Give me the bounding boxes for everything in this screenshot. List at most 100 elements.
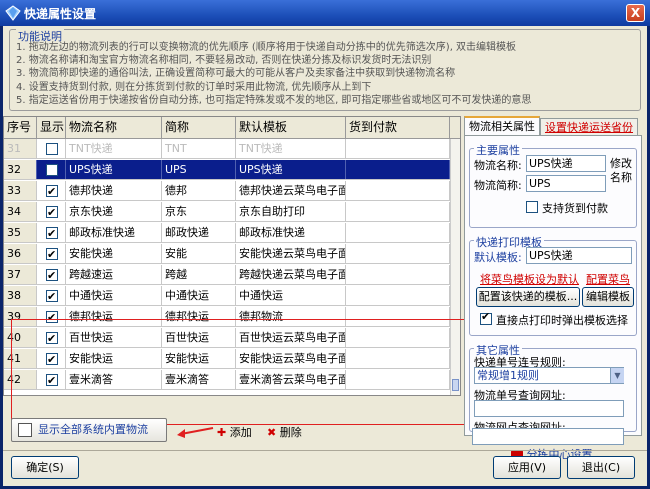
cell-abbr[interactable]: 德邦快运 bbox=[162, 307, 236, 326]
cell-seq[interactable]: 34 bbox=[4, 202, 37, 221]
logistics-grid[interactable]: 序号 显示 物流名称 简称 默认模板 货到付款 31 TNT快递 TNT TNT快递 3… bbox=[3, 116, 461, 396]
chevron-down-icon[interactable]: ▼ bbox=[610, 368, 624, 383]
cell-tpl[interactable]: 跨越快递云菜鸟电子面单 bbox=[236, 265, 346, 284]
delete-button[interactable]: ✖ 删除 bbox=[267, 424, 302, 440]
cell-cod[interactable] bbox=[346, 307, 450, 326]
cell-seq[interactable]: 37 bbox=[4, 265, 37, 284]
cell-name[interactable]: 德邦快运 bbox=[66, 307, 162, 326]
cell-abbr[interactable]: 德邦 bbox=[162, 181, 236, 200]
grid-vertical-scrollbar[interactable] bbox=[450, 139, 460, 395]
cell-tpl[interactable]: 百世快运云菜鸟电子面单 bbox=[236, 328, 346, 347]
cell-name[interactable]: 京东快递 bbox=[66, 202, 162, 221]
cell-cod[interactable] bbox=[346, 202, 450, 221]
cell-name[interactable]: 壹米滴答 bbox=[66, 370, 162, 389]
cell-abbr[interactable]: 百世快运 bbox=[162, 328, 236, 347]
table-row[interactable]: 37 跨越速运跨越跨越快递云菜鸟电子面单 bbox=[4, 265, 450, 285]
cell-cod[interactable] bbox=[346, 328, 450, 347]
close-button[interactable]: X bbox=[626, 4, 645, 22]
cell-cod[interactable] bbox=[346, 244, 450, 263]
apply-button[interactable]: 应用(V) bbox=[493, 456, 561, 479]
show-checkbox[interactable] bbox=[46, 329, 58, 347]
show-checkbox[interactable] bbox=[46, 143, 58, 155]
set-cainiao-default-link[interactable]: 将菜鸟模板设为默认 bbox=[480, 271, 579, 287]
cell-seq[interactable]: 36 bbox=[4, 244, 37, 263]
col-header-cod[interactable]: 货到付款 bbox=[346, 117, 450, 139]
abbr-field[interactable]: UPS bbox=[526, 175, 606, 192]
cell-seq[interactable]: 39 bbox=[4, 307, 37, 326]
col-header-name[interactable]: 物流名称 bbox=[66, 117, 162, 139]
cell-seq[interactable]: 31 bbox=[4, 139, 37, 158]
cell-seq[interactable]: 42 bbox=[4, 370, 37, 389]
cell-tpl[interactable]: 京东自助打印 bbox=[236, 202, 346, 221]
cell-abbr[interactable]: 安能 bbox=[162, 244, 236, 263]
table-row[interactable]: 39德邦快运德邦快运德邦物流 bbox=[4, 307, 450, 327]
title-bar[interactable]: 快递属性设置 X bbox=[0, 0, 650, 26]
cell-tpl[interactable]: 中通快运 bbox=[236, 286, 346, 305]
show-checkbox[interactable] bbox=[46, 203, 58, 221]
cell-tpl[interactable]: 壹米滴答云菜鸟电子面单 bbox=[236, 370, 346, 389]
add-button[interactable]: ✚ 添加 bbox=[217, 424, 252, 440]
cell-name[interactable]: 安能快运 bbox=[66, 349, 162, 368]
col-header-seq[interactable]: 序号 bbox=[4, 117, 37, 139]
cell-cod[interactable] bbox=[346, 223, 450, 242]
query-url-field[interactable] bbox=[474, 400, 624, 417]
cell-name[interactable]: 跨越速运 bbox=[66, 265, 162, 284]
show-checkbox[interactable] bbox=[46, 245, 58, 263]
table-row[interactable]: 34 京东快递京东京东自助打印 bbox=[4, 202, 450, 222]
cell-tpl[interactable]: 德邦物流 bbox=[236, 307, 346, 326]
config-template-button[interactable]: 配置该快递的模板... bbox=[476, 287, 580, 307]
default-template-field[interactable]: UPS快递 bbox=[526, 247, 632, 264]
cell-name[interactable]: 中通快运 bbox=[66, 286, 162, 305]
show-checkbox[interactable] bbox=[46, 224, 58, 242]
cell-tpl[interactable]: 安能快运云菜鸟电子面单 bbox=[236, 349, 346, 368]
cell-seq[interactable]: 41 bbox=[4, 349, 37, 368]
cell-name[interactable]: 安能快递 bbox=[66, 244, 162, 263]
tab-logistics-props[interactable]: 物流相关属性 bbox=[464, 116, 540, 136]
show-checkbox[interactable] bbox=[46, 371, 58, 389]
exit-button[interactable]: 退出(C) bbox=[567, 456, 635, 479]
scrollbar-thumb[interactable] bbox=[452, 379, 459, 391]
cell-name[interactable]: 德邦快递 bbox=[66, 181, 162, 200]
cell-name[interactable]: 百世快运 bbox=[66, 328, 162, 347]
cell-abbr[interactable]: 安能快运 bbox=[162, 349, 236, 368]
col-header-show[interactable]: 显示 bbox=[37, 117, 66, 139]
ok-button[interactable]: 确定(S) bbox=[11, 456, 79, 479]
show-checkbox[interactable] bbox=[46, 164, 58, 176]
cell-seq[interactable]: 32 bbox=[4, 160, 37, 179]
table-row[interactable]: 36 安能快递安能安能快递云菜鸟电子面单 bbox=[4, 244, 450, 264]
cell-tpl[interactable]: 安能快递云菜鸟电子面单 bbox=[236, 244, 346, 263]
cell-cod[interactable] bbox=[346, 370, 450, 389]
cell-seq[interactable]: 40 bbox=[4, 328, 37, 347]
table-row[interactable]: 40百世快运百世快运百世快运云菜鸟电子面单 bbox=[4, 328, 450, 348]
cell-cod[interactable] bbox=[346, 160, 450, 179]
cell-cod[interactable] bbox=[346, 265, 450, 284]
table-row[interactable]: 32 UPS快递 UPS UPS快递 bbox=[4, 160, 450, 180]
cell-tpl[interactable]: 邮政标准快递 bbox=[236, 223, 346, 242]
table-row[interactable]: 42壹米滴答壹米滴答壹米滴答云菜鸟电子面单 bbox=[4, 370, 450, 390]
show-checkbox[interactable] bbox=[46, 182, 58, 200]
cell-name[interactable]: 邮政标准快递 bbox=[66, 223, 162, 242]
table-row[interactable]: 35 邮政标准快递邮政快递邮政标准快递 bbox=[4, 223, 450, 243]
cell-tpl[interactable]: 德邦快递云菜鸟电子面单 bbox=[236, 181, 346, 200]
cell-tpl[interactable]: TNT快递 bbox=[236, 139, 346, 158]
table-row[interactable]: 41安能快运安能快运安能快运云菜鸟电子面单 bbox=[4, 349, 450, 369]
show-checkbox[interactable] bbox=[46, 287, 58, 305]
site-url-field[interactable] bbox=[472, 428, 624, 445]
col-header-abbr[interactable]: 简称 bbox=[162, 117, 236, 139]
edit-template-button[interactable]: 编辑模板 bbox=[582, 287, 634, 307]
cell-cod[interactable] bbox=[346, 181, 450, 200]
name-field[interactable]: UPS快递 bbox=[526, 155, 606, 172]
col-header-template[interactable]: 默认模板 bbox=[236, 117, 346, 139]
show-checkbox[interactable] bbox=[46, 350, 58, 368]
cell-seq[interactable]: 38 bbox=[4, 286, 37, 305]
cell-abbr[interactable]: 邮政快递 bbox=[162, 223, 236, 242]
show-checkbox[interactable] bbox=[46, 266, 58, 284]
cell-name[interactable]: UPS快递 bbox=[66, 160, 162, 179]
serial-rule-select[interactable]: 常规增1规则 bbox=[474, 367, 624, 384]
table-row[interactable]: 38中通快运中通快运中通快运 bbox=[4, 286, 450, 306]
cell-seq[interactable]: 33 bbox=[4, 181, 37, 200]
tab-province-settings[interactable]: 设置快递运送省份 bbox=[540, 118, 638, 136]
cell-cod[interactable] bbox=[346, 349, 450, 368]
cell-abbr[interactable]: UPS bbox=[162, 160, 236, 179]
cell-tpl[interactable]: UPS快递 bbox=[236, 160, 346, 179]
